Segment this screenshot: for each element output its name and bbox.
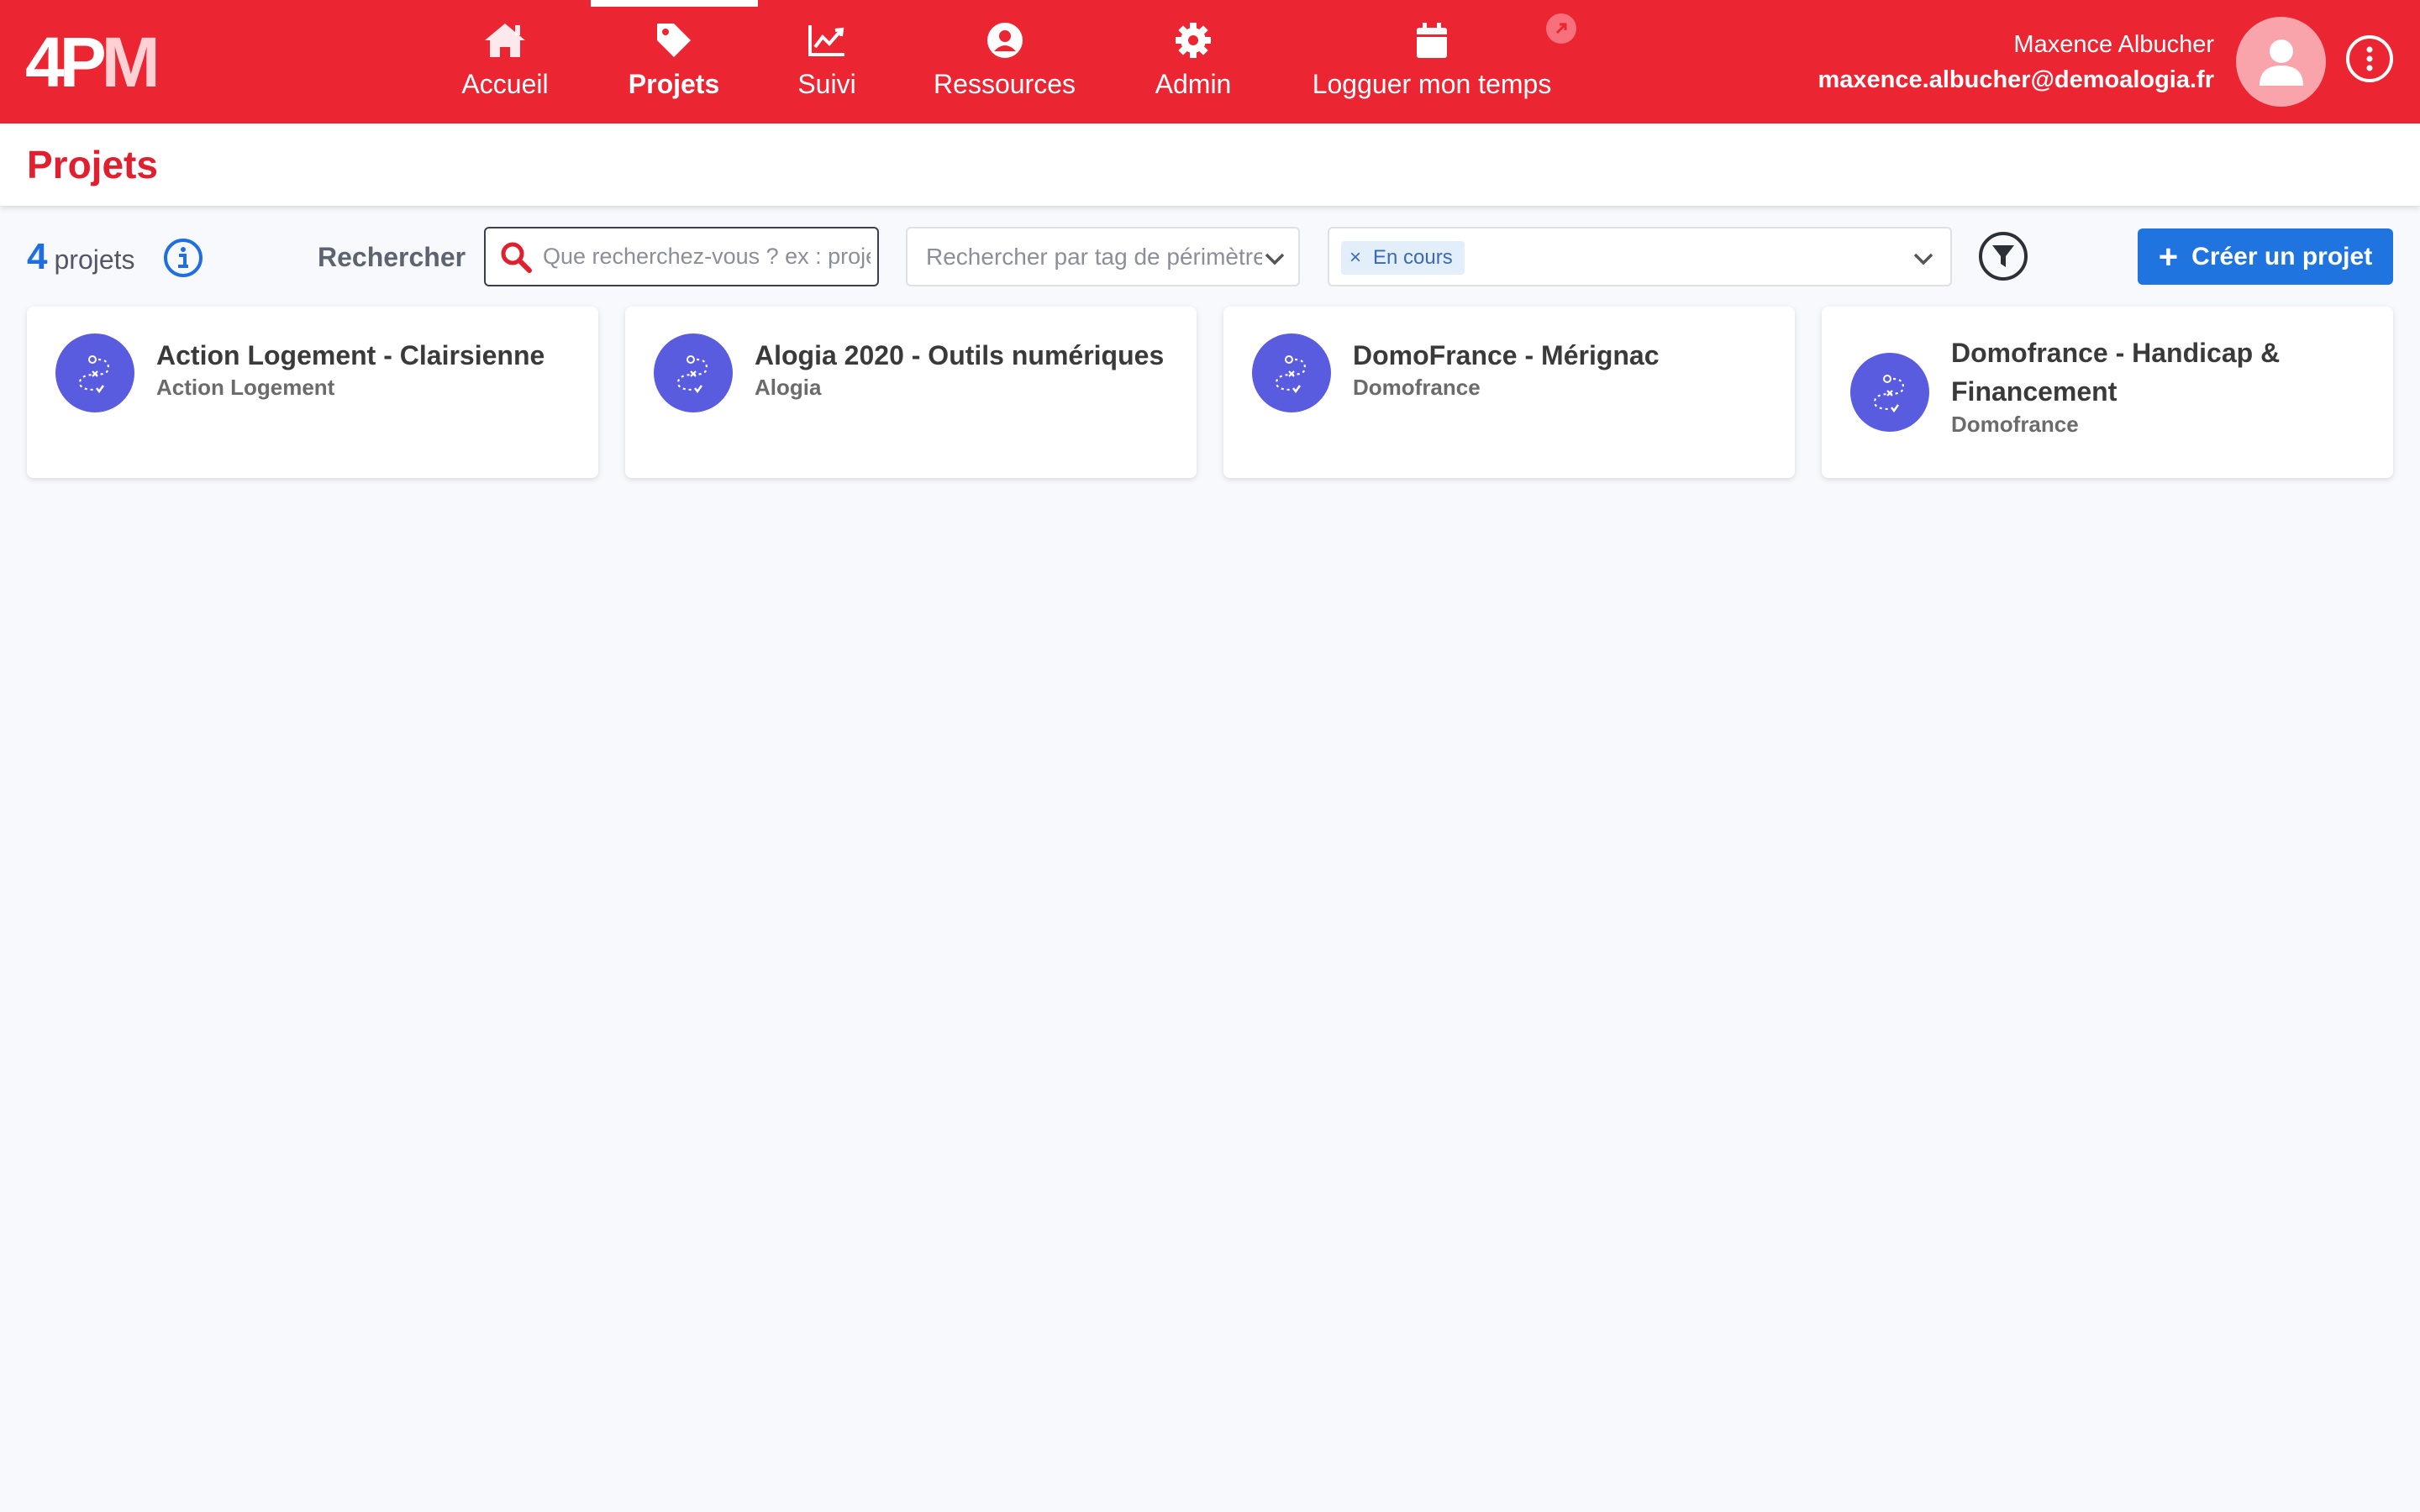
chevron-down-icon	[1265, 253, 1285, 265]
chevron-down-icon	[1913, 253, 1933, 265]
info-icon[interactable]	[163, 238, 203, 278]
project-route-icon	[1252, 333, 1331, 412]
logo-text-b: M	[101, 23, 160, 102]
chart-line-icon	[808, 18, 846, 62]
project-card[interactable]: DomoFrance - Mérignac Domofrance	[1223, 307, 1795, 478]
tag-icon	[654, 18, 694, 62]
create-project-button[interactable]: + Créer un projet	[2138, 228, 2393, 285]
project-client: Alogia	[755, 375, 822, 400]
nav-item-ressources[interactable]: Ressources	[934, 0, 1076, 123]
project-count-label: projets	[54, 244, 135, 275]
nav-label-ressources: Ressources	[934, 69, 1076, 99]
project-card[interactable]: Domofrance - Handicap & Financement Domo…	[1822, 307, 2393, 478]
perimeter-tag-select[interactable]: Rechercher par tag de périmètre	[906, 227, 1300, 286]
more-options-button[interactable]	[2346, 35, 2393, 82]
create-project-label: Créer un projet	[2191, 242, 2373, 270]
nav-label-projets: Projets	[628, 69, 720, 99]
user-email: maxence.albucher@demoalogia.fr	[1818, 66, 2215, 93]
nav-label-accueil: Accueil	[461, 69, 549, 99]
nav-item-accueil[interactable]: Accueil	[460, 0, 550, 123]
project-name: Alogia 2020 - Outils numériques	[755, 340, 1165, 370]
project-name: Domofrance - Handicap & Financement	[1951, 338, 2281, 407]
user-name: Maxence Albucher	[2013, 31, 2214, 58]
top-navigation-bar: 4P M Accueil Projets Suivi Ressources Adm…	[0, 0, 2420, 123]
project-card[interactable]: Alogia 2020 - Outils numériques Alogia	[625, 307, 1197, 478]
home-icon	[483, 18, 527, 62]
logo-text-a: 4P	[25, 23, 107, 102]
nav-label-suivi: Suivi	[797, 69, 856, 99]
filter-button[interactable]	[1979, 232, 2028, 281]
project-count-number: 4	[27, 236, 48, 277]
page-title: Projets	[27, 143, 158, 186]
status-select[interactable]: × En cours	[1328, 227, 1952, 286]
perimeter-tag-placeholder: Rechercher par tag de périmètre	[926, 243, 1262, 270]
remove-chip-icon[interactable]: ×	[1349, 246, 1361, 270]
project-client: Action Logement	[156, 375, 335, 400]
project-count: 4 projets	[27, 237, 135, 280]
app-logo[interactable]: 4P M	[25, 23, 160, 102]
nav-label-logguer-temps: Logguer mon temps	[1312, 69, 1552, 99]
status-chip: × En cours	[1341, 241, 1465, 275]
filter-icon	[1992, 245, 2014, 267]
nav-item-suivi[interactable]: Suivi	[796, 0, 858, 123]
user-avatar-icon	[2259, 39, 2303, 86]
avatar[interactable]	[2236, 17, 2326, 107]
project-client: Domofrance	[1353, 375, 1481, 400]
project-route-icon	[1850, 353, 1929, 432]
user-info[interactable]: Maxence Albucher maxence.albucher@demoal…	[1818, 29, 2215, 96]
project-route-icon	[654, 333, 733, 412]
gear-icon	[1174, 18, 1213, 62]
search-input[interactable]	[543, 244, 871, 270]
project-card[interactable]: Action Logement - Clairsienne Action Log…	[27, 307, 598, 478]
nav-item-logguer-temps[interactable]: Logguer mon temps	[1313, 0, 1551, 123]
calendar-icon	[1415, 18, 1449, 62]
project-route-icon	[55, 333, 134, 412]
project-client: Domofrance	[1951, 412, 2079, 437]
page-title-bar: Projets	[0, 123, 2420, 206]
external-link-icon[interactable]	[1546, 13, 1576, 44]
user-circle-icon	[986, 18, 1024, 62]
search-icon	[501, 242, 532, 273]
project-name: DomoFrance - Mérignac	[1353, 340, 1660, 370]
plus-icon: +	[2158, 238, 2179, 276]
status-chip-label: En cours	[1373, 246, 1453, 269]
search-field[interactable]	[484, 227, 879, 286]
nav-item-admin[interactable]: Admin	[1153, 0, 1234, 123]
vertical-dots-icon	[2366, 46, 2373, 71]
nav-label-admin: Admin	[1155, 69, 1232, 99]
project-name: Action Logement - Clairsienne	[156, 340, 545, 370]
search-label: Rechercher	[318, 242, 466, 272]
nav-item-projets[interactable]: Projets	[628, 0, 720, 123]
